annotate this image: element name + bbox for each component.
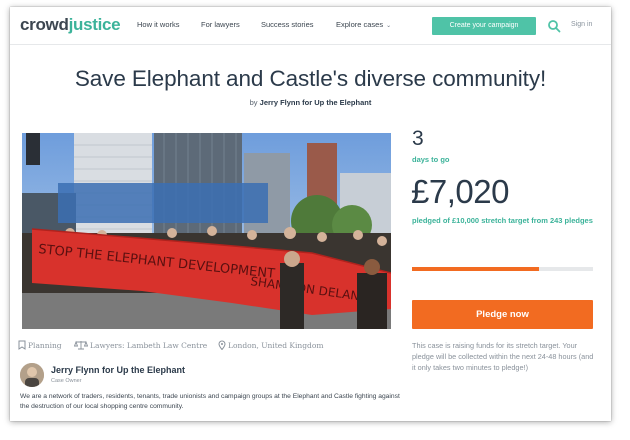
map-pin-icon bbox=[218, 340, 226, 350]
pledge-now-button[interactable]: Pledge now bbox=[412, 300, 593, 329]
page-title: Save Elephant and Castle's diverse commu… bbox=[74, 66, 547, 91]
days-left-label: days to go bbox=[412, 155, 450, 164]
avatar[interactable] bbox=[20, 363, 44, 387]
location-tag: London, United Kingdom bbox=[218, 340, 324, 350]
scales-icon bbox=[74, 340, 88, 350]
days-left-count: 3 bbox=[412, 127, 424, 150]
site-header: crowdjustice How it works For lawyers Su… bbox=[10, 7, 611, 45]
nav-for-lawyers[interactable]: For lawyers bbox=[201, 20, 240, 29]
funding-progress-bar bbox=[412, 267, 593, 271]
search-icon[interactable] bbox=[547, 19, 561, 33]
category-tag[interactable]: Planning bbox=[18, 340, 62, 350]
browser-page: crowdjustice How it works For lawyers Su… bbox=[10, 7, 611, 421]
owner-name[interactable]: Jerry Flynn for Up the Elephant bbox=[51, 365, 185, 375]
create-campaign-button[interactable]: Create your campaign bbox=[432, 17, 536, 35]
case-description: We are a network of traders, residents, … bbox=[20, 393, 400, 410]
nav-success-stories[interactable]: Success stories bbox=[261, 20, 314, 29]
byline: by Jerry Flynn for Up the Elephant bbox=[249, 98, 372, 107]
crowdjustice-logo[interactable]: crowdjustice bbox=[20, 15, 121, 35]
campaign-photo: STOP THE ELEPHANT DEVELOPMENT SHAME ON D… bbox=[22, 133, 391, 329]
funding-progress-fill bbox=[412, 267, 540, 271]
nav-how-it-works[interactable]: How it works bbox=[137, 20, 180, 29]
chevron-down-icon: ⌄ bbox=[386, 23, 392, 29]
sign-in-link[interactable]: Sign in bbox=[571, 21, 592, 28]
bookmark-icon bbox=[18, 340, 26, 350]
owner-role: Case Owner bbox=[51, 378, 82, 384]
nav-explore-cases[interactable]: Explore cases ⌄ bbox=[336, 20, 391, 29]
pledge-info-note: This case is raising funds for its stret… bbox=[412, 341, 594, 372]
byline-author[interactable]: Jerry Flynn for Up the Elephant bbox=[260, 98, 372, 107]
lawyers-tag[interactable]: Lawyers: Lambeth Law Centre bbox=[74, 340, 207, 350]
amount-raised: £7,020 bbox=[411, 173, 509, 210]
pledged-summary: pledged of £10,000 stretch target from 2… bbox=[412, 216, 593, 225]
